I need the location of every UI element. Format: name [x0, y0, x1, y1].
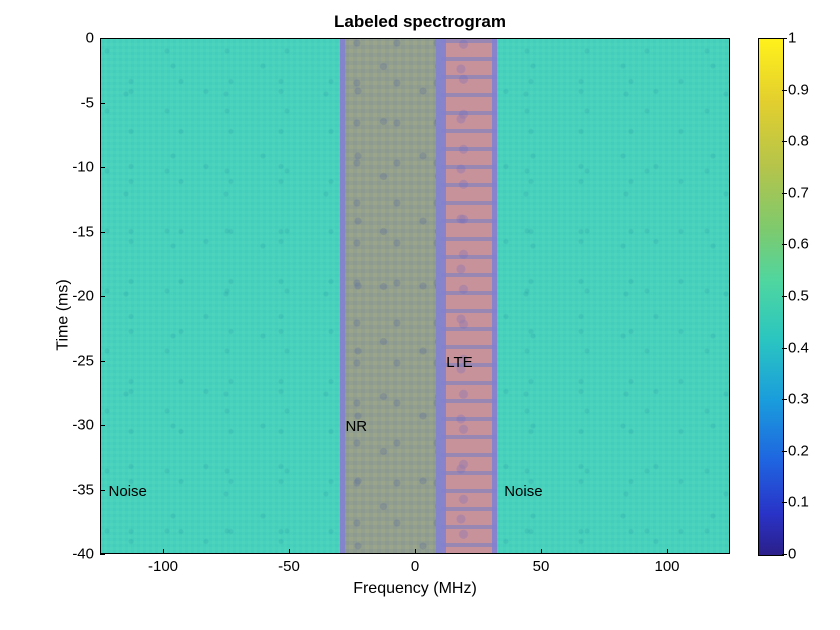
x-tick-label: 100	[654, 558, 679, 575]
colorbar-tick-label: 0.5	[788, 288, 809, 305]
colorbar-tick-label: 0	[788, 546, 796, 563]
spectrogram-figure: Labeled spectrogram NoiseNRLTENoise Time…	[0, 0, 840, 630]
colorbar-tick-label: 0.8	[788, 133, 809, 150]
y-tick-label: -5	[34, 94, 94, 111]
y-tick-label: -35	[34, 481, 94, 498]
annotation-nr: NR	[345, 418, 367, 435]
colorbar-tick-label: 0.1	[788, 494, 809, 511]
x-tick-label: 50	[533, 558, 550, 575]
x-tick-label: -100	[148, 558, 178, 575]
plot-area: Noise NR LTE Noise	[100, 38, 730, 554]
colorbar-tick-label: 0.6	[788, 236, 809, 253]
annotation-noise: Noise	[109, 483, 147, 500]
band-nr	[340, 39, 441, 553]
y-tick-label: 0	[34, 30, 94, 47]
y-tick-label: -30	[34, 417, 94, 434]
colorbar-tick-label: 1	[788, 30, 796, 47]
y-tick-label: -15	[34, 223, 94, 240]
x-tick-label: 0	[411, 558, 419, 575]
y-tick-label: -40	[34, 546, 94, 563]
annotation-noise: Noise	[504, 483, 542, 500]
y-tick-label: -10	[34, 159, 94, 176]
x-axis-label: Frequency (MHz)	[100, 580, 730, 598]
x-tick-label: -50	[278, 558, 300, 575]
colorbar-tick-label: 0.3	[788, 391, 809, 408]
colorbar-tick-label: 0.2	[788, 442, 809, 459]
chart-title: Labeled spectrogram	[0, 12, 840, 32]
y-tick-label: -25	[34, 352, 94, 369]
colorbar-tick-label: 0.9	[788, 81, 809, 98]
y-tick-label: -20	[34, 288, 94, 305]
band-lte	[441, 39, 496, 553]
colorbar-tick-label: 0.4	[788, 339, 809, 356]
colorbar	[758, 38, 784, 556]
colorbar-tick-label: 0.7	[788, 184, 809, 201]
annotation-lte: LTE	[446, 354, 472, 371]
